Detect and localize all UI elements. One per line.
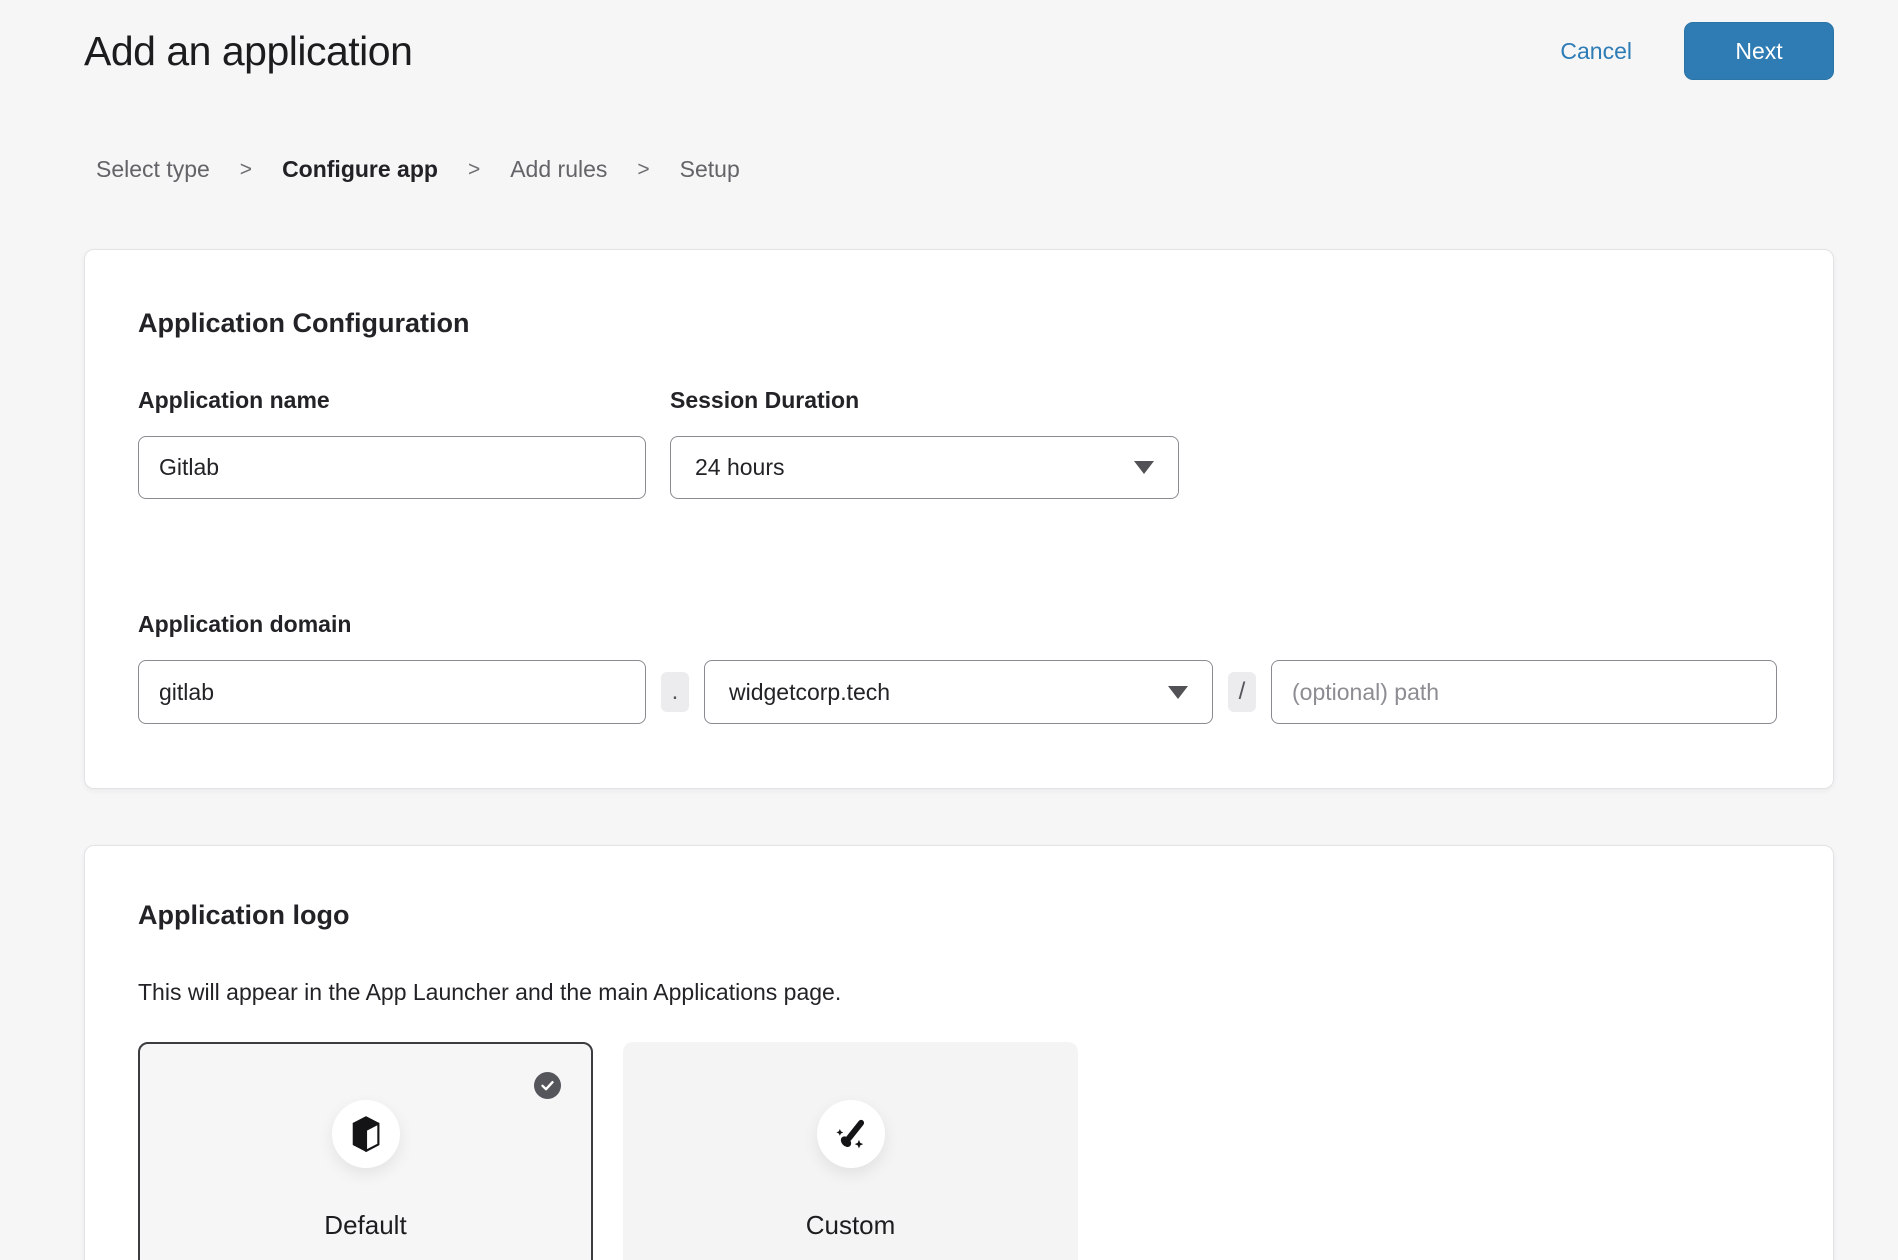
application-configuration-card: Application Configuration Application na… [84,249,1834,789]
application-domain-label: Application domain [138,611,351,637]
application-domain-row: . widgetcorp.tech / [138,660,1777,724]
breadcrumb-separator: > [240,158,252,182]
topbar-actions: Cancel Next [1560,22,1834,80]
configuration-heading: Application Configuration [138,308,1777,339]
domain-select-value: widgetcorp.tech [729,679,890,706]
breadcrumb: Select type > Configure app > Add rules … [96,156,1898,183]
cancel-button[interactable]: Cancel [1560,38,1632,65]
chevron-down-icon [1168,686,1188,699]
session-duration-label: Session Duration [670,387,1179,414]
logo-options: Default Custom [138,1042,1777,1260]
session-duration-value: 24 hours [695,454,785,481]
application-domain-field: Application domain . widgetcorp.tech / [138,611,1777,724]
session-duration-field: Session Duration 24 hours [670,387,1179,499]
step-add-rules[interactable]: Add rules [510,156,607,183]
next-button[interactable]: Next [1684,22,1834,80]
logo-option-custom[interactable]: Custom [623,1042,1078,1260]
breadcrumb-separator: > [468,158,480,182]
slash-separator: / [1228,672,1256,712]
paintbrush-icon [834,1117,868,1151]
path-input[interactable] [1271,660,1777,724]
breadcrumb-separator: > [637,158,649,182]
logo-heading: Application logo [138,900,1777,931]
logo-option-default[interactable]: Default [138,1042,593,1260]
custom-logo-circle [817,1100,885,1168]
application-name-field: Application name [138,387,646,499]
application-name-input[interactable] [138,436,646,499]
subdomain-input[interactable] [138,660,646,724]
main-content: Application Configuration Application na… [0,249,1898,1260]
logo-option-label: Custom [625,1210,1076,1241]
chevron-down-icon [1134,461,1154,474]
default-logo-circle [332,1100,400,1168]
dot-separator: . [661,672,689,712]
application-name-label: Application name [138,387,646,414]
step-setup[interactable]: Setup [680,156,740,183]
session-duration-select[interactable]: 24 hours [670,436,1179,499]
check-icon [539,1077,556,1094]
application-logo-card: Application logo This will appear in the… [84,845,1834,1260]
page-title: Add an application [84,28,412,75]
logo-option-label: Default [140,1210,591,1241]
topbar: Add an application Cancel Next [0,0,1898,88]
step-select-type[interactable]: Select type [96,156,210,183]
domain-select[interactable]: widgetcorp.tech [704,660,1213,724]
step-configure-app[interactable]: Configure app [282,156,438,183]
name-session-row: Application name Session Duration 24 hou… [138,387,1777,499]
cube-icon [351,1116,381,1152]
selected-check-badge [534,1072,561,1099]
logo-description: This will appear in the App Launcher and… [138,979,1777,1006]
